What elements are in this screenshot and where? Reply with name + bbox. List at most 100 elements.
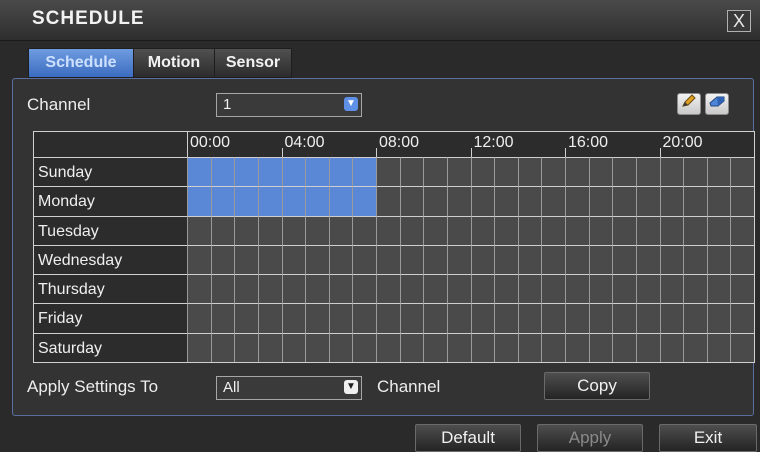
schedule-cell[interactable] (376, 244, 400, 275)
schedule-cell[interactable] (446, 157, 471, 187)
tab-motion[interactable]: Motion (133, 48, 215, 78)
schedule-cell[interactable] (257, 157, 282, 187)
tab-sensor[interactable]: Sensor (214, 48, 292, 78)
schedule-cell[interactable] (234, 274, 258, 304)
schedule-cell[interactable] (210, 186, 235, 216)
schedule-cell[interactable] (376, 332, 400, 362)
apply-settings-select[interactable]: All ▼ (216, 376, 362, 400)
schedule-cell[interactable] (470, 186, 495, 216)
schedule-cell[interactable] (210, 274, 235, 304)
schedule-cell[interactable] (257, 303, 282, 333)
schedule-cell[interactable] (399, 274, 424, 304)
schedule-cell[interactable] (399, 157, 424, 187)
schedule-cell[interactable] (517, 157, 542, 187)
schedule-cell[interactable] (281, 244, 306, 275)
schedule-cell[interactable] (376, 157, 400, 187)
schedule-cell[interactable] (257, 186, 282, 216)
schedule-cell[interactable] (257, 244, 282, 275)
schedule-cell[interactable] (305, 332, 329, 362)
schedule-cell[interactable] (423, 303, 447, 333)
schedule-cell[interactable] (635, 186, 660, 216)
schedule-cell[interactable] (423, 186, 447, 216)
schedule-cell[interactable] (683, 186, 707, 216)
apply-button[interactable]: Apply (537, 424, 643, 452)
schedule-cell[interactable] (470, 303, 495, 333)
schedule-cell[interactable] (588, 332, 613, 362)
schedule-cell[interactable] (446, 215, 471, 245)
schedule-cell[interactable] (683, 274, 707, 304)
schedule-cell[interactable] (187, 303, 211, 333)
schedule-cell[interactable] (187, 215, 211, 245)
schedule-cell[interactable] (376, 303, 400, 333)
channel-select[interactable]: 1 ▼ (216, 93, 362, 117)
schedule-cell[interactable] (470, 244, 495, 275)
schedule-cell[interactable] (423, 274, 447, 304)
schedule-cell[interactable] (446, 186, 471, 216)
schedule-cell[interactable] (541, 157, 565, 187)
schedule-cell[interactable] (494, 244, 518, 275)
schedule-cell[interactable] (328, 186, 353, 216)
schedule-cell[interactable] (399, 186, 424, 216)
schedule-cell[interactable] (612, 215, 636, 245)
schedule-cell[interactable] (234, 303, 258, 333)
schedule-cell[interactable] (399, 244, 424, 275)
schedule-cell[interactable] (659, 157, 684, 187)
schedule-cell[interactable] (565, 157, 589, 187)
schedule-cell[interactable] (305, 244, 329, 275)
schedule-cell[interactable] (470, 274, 495, 304)
schedule-cell[interactable] (612, 157, 636, 187)
schedule-cell[interactable] (612, 303, 636, 333)
schedule-cell[interactable] (635, 157, 660, 187)
schedule-cell[interactable] (328, 274, 353, 304)
schedule-cell[interactable] (517, 332, 542, 362)
schedule-cell[interactable] (328, 157, 353, 187)
schedule-cell[interactable] (730, 215, 754, 245)
schedule-cell[interactable] (352, 303, 376, 333)
schedule-cell[interactable] (470, 332, 495, 362)
schedule-cell[interactable] (305, 157, 329, 187)
schedule-cell[interactable] (494, 332, 518, 362)
schedule-cell[interactable] (565, 244, 589, 275)
schedule-cell[interactable] (612, 186, 636, 216)
schedule-cell[interactable] (494, 303, 518, 333)
schedule-cell[interactable] (565, 215, 589, 245)
schedule-cell[interactable] (659, 186, 684, 216)
schedule-cell[interactable] (234, 244, 258, 275)
schedule-cell[interactable] (352, 332, 376, 362)
schedule-cell[interactable] (659, 303, 684, 333)
schedule-cell[interactable] (328, 215, 353, 245)
schedule-cell[interactable] (565, 274, 589, 304)
schedule-cell[interactable] (423, 332, 447, 362)
schedule-cell[interactable] (683, 215, 707, 245)
schedule-cell[interactable] (352, 157, 376, 187)
schedule-cell[interactable] (659, 244, 684, 275)
default-button[interactable]: Default (415, 424, 521, 452)
schedule-cell[interactable] (541, 274, 565, 304)
schedule-cell[interactable] (399, 303, 424, 333)
schedule-cell[interactable] (328, 244, 353, 275)
schedule-cell[interactable] (541, 332, 565, 362)
schedule-cell[interactable] (234, 157, 258, 187)
schedule-cells[interactable] (187, 157, 754, 362)
schedule-cell[interactable] (517, 215, 542, 245)
schedule-cell[interactable] (281, 186, 306, 216)
schedule-cell[interactable] (541, 186, 565, 216)
schedule-cell[interactable] (234, 186, 258, 216)
schedule-cell[interactable] (305, 186, 329, 216)
schedule-cell[interactable] (612, 244, 636, 275)
schedule-cell[interactable] (446, 303, 471, 333)
schedule-cell[interactable] (659, 215, 684, 245)
schedule-cell[interactable] (706, 186, 731, 216)
schedule-cell[interactable] (683, 332, 707, 362)
schedule-cell[interactable] (588, 274, 613, 304)
schedule-cell[interactable] (635, 215, 660, 245)
schedule-cell[interactable] (730, 186, 754, 216)
exit-button[interactable]: Exit (659, 424, 757, 452)
schedule-cell[interactable] (281, 215, 306, 245)
schedule-cell[interactable] (588, 215, 613, 245)
schedule-cell[interactable] (210, 157, 235, 187)
schedule-cell[interactable] (494, 186, 518, 216)
schedule-cell[interactable] (187, 274, 211, 304)
schedule-cell[interactable] (446, 244, 471, 275)
schedule-cell[interactable] (210, 332, 235, 362)
